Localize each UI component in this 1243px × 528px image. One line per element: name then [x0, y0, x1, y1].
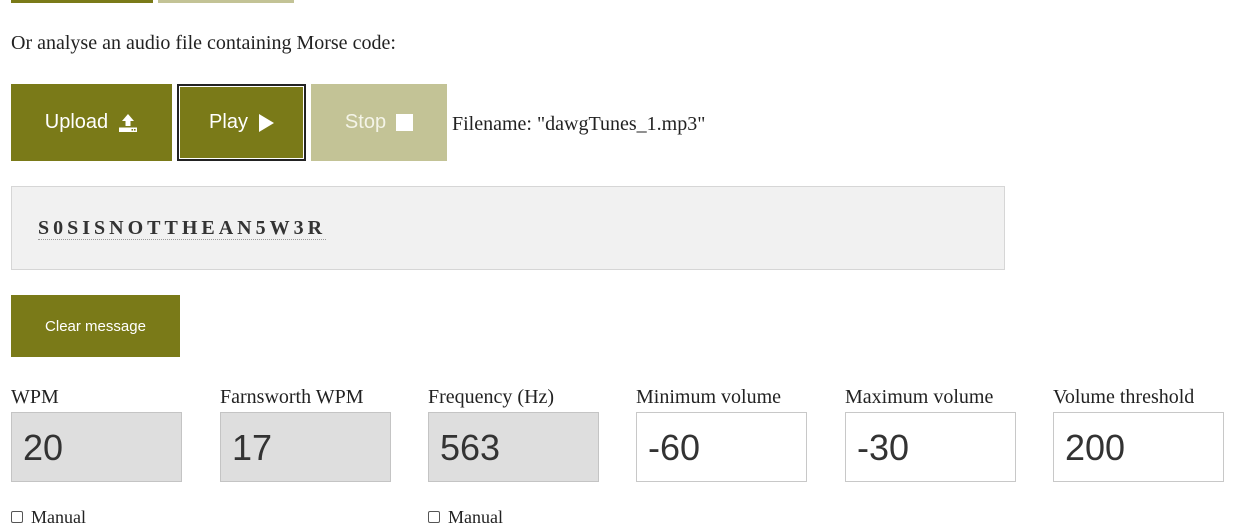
upload-button[interactable]: Upload	[11, 84, 172, 161]
play-icon	[258, 113, 274, 132]
play-button[interactable]: Play	[177, 84, 306, 161]
filename-label: Filename:	[452, 113, 532, 135]
tab-active[interactable]	[11, 0, 153, 3]
decoded-message: S0SISNOTTHEAN5W3R	[38, 217, 327, 240]
wpm-manual-label: Manual	[31, 507, 86, 527]
filename-display: Filename: "dawgTunes_1.mp3"	[452, 112, 705, 136]
stop-icon	[396, 114, 414, 131]
wpm-input[interactable]: 20	[11, 412, 182, 482]
stop-button-label: Stop	[344, 111, 387, 133]
frequency-manual-label: Manual	[448, 507, 503, 527]
minimum-volume-input[interactable]: -60	[636, 412, 807, 482]
filename-value: "dawgTunes_1.mp3"	[536, 113, 706, 135]
frequency-input[interactable]: 563	[428, 412, 599, 482]
stop-button[interactable]: Stop	[311, 84, 447, 161]
decoded-message-box: S0SISNOTTHEAN5W3R	[11, 186, 1005, 270]
frequency-label: Frequency (Hz)	[428, 386, 555, 408]
volume-threshold-label: Volume threshold	[1053, 386, 1195, 408]
volume-threshold-input[interactable]: 200	[1053, 412, 1224, 482]
maximum-volume-label: Maximum volume	[845, 386, 994, 408]
clear-message-button[interactable]: Clear message	[11, 295, 180, 357]
upload-button-label: Upload	[44, 111, 109, 133]
intro-text: Or analyse an audio file containing Mors…	[11, 32, 396, 54]
wpm-manual-checkbox[interactable]	[11, 511, 23, 523]
frequency-manual-checkbox[interactable]	[428, 511, 440, 523]
wpm-label: WPM	[11, 386, 59, 408]
tab-inactive[interactable]	[158, 0, 294, 3]
play-button-label: Play	[209, 111, 248, 133]
maximum-volume-input[interactable]: -30	[845, 412, 1016, 482]
farnsworth-wpm-input[interactable]: 17	[220, 412, 391, 482]
frequency-manual-toggle[interactable]: Manual	[428, 506, 503, 528]
upload-icon	[118, 113, 138, 133]
farnsworth-wpm-label: Farnsworth WPM	[220, 386, 364, 408]
minimum-volume-label: Minimum volume	[636, 386, 781, 408]
wpm-manual-toggle[interactable]: Manual	[11, 506, 86, 528]
